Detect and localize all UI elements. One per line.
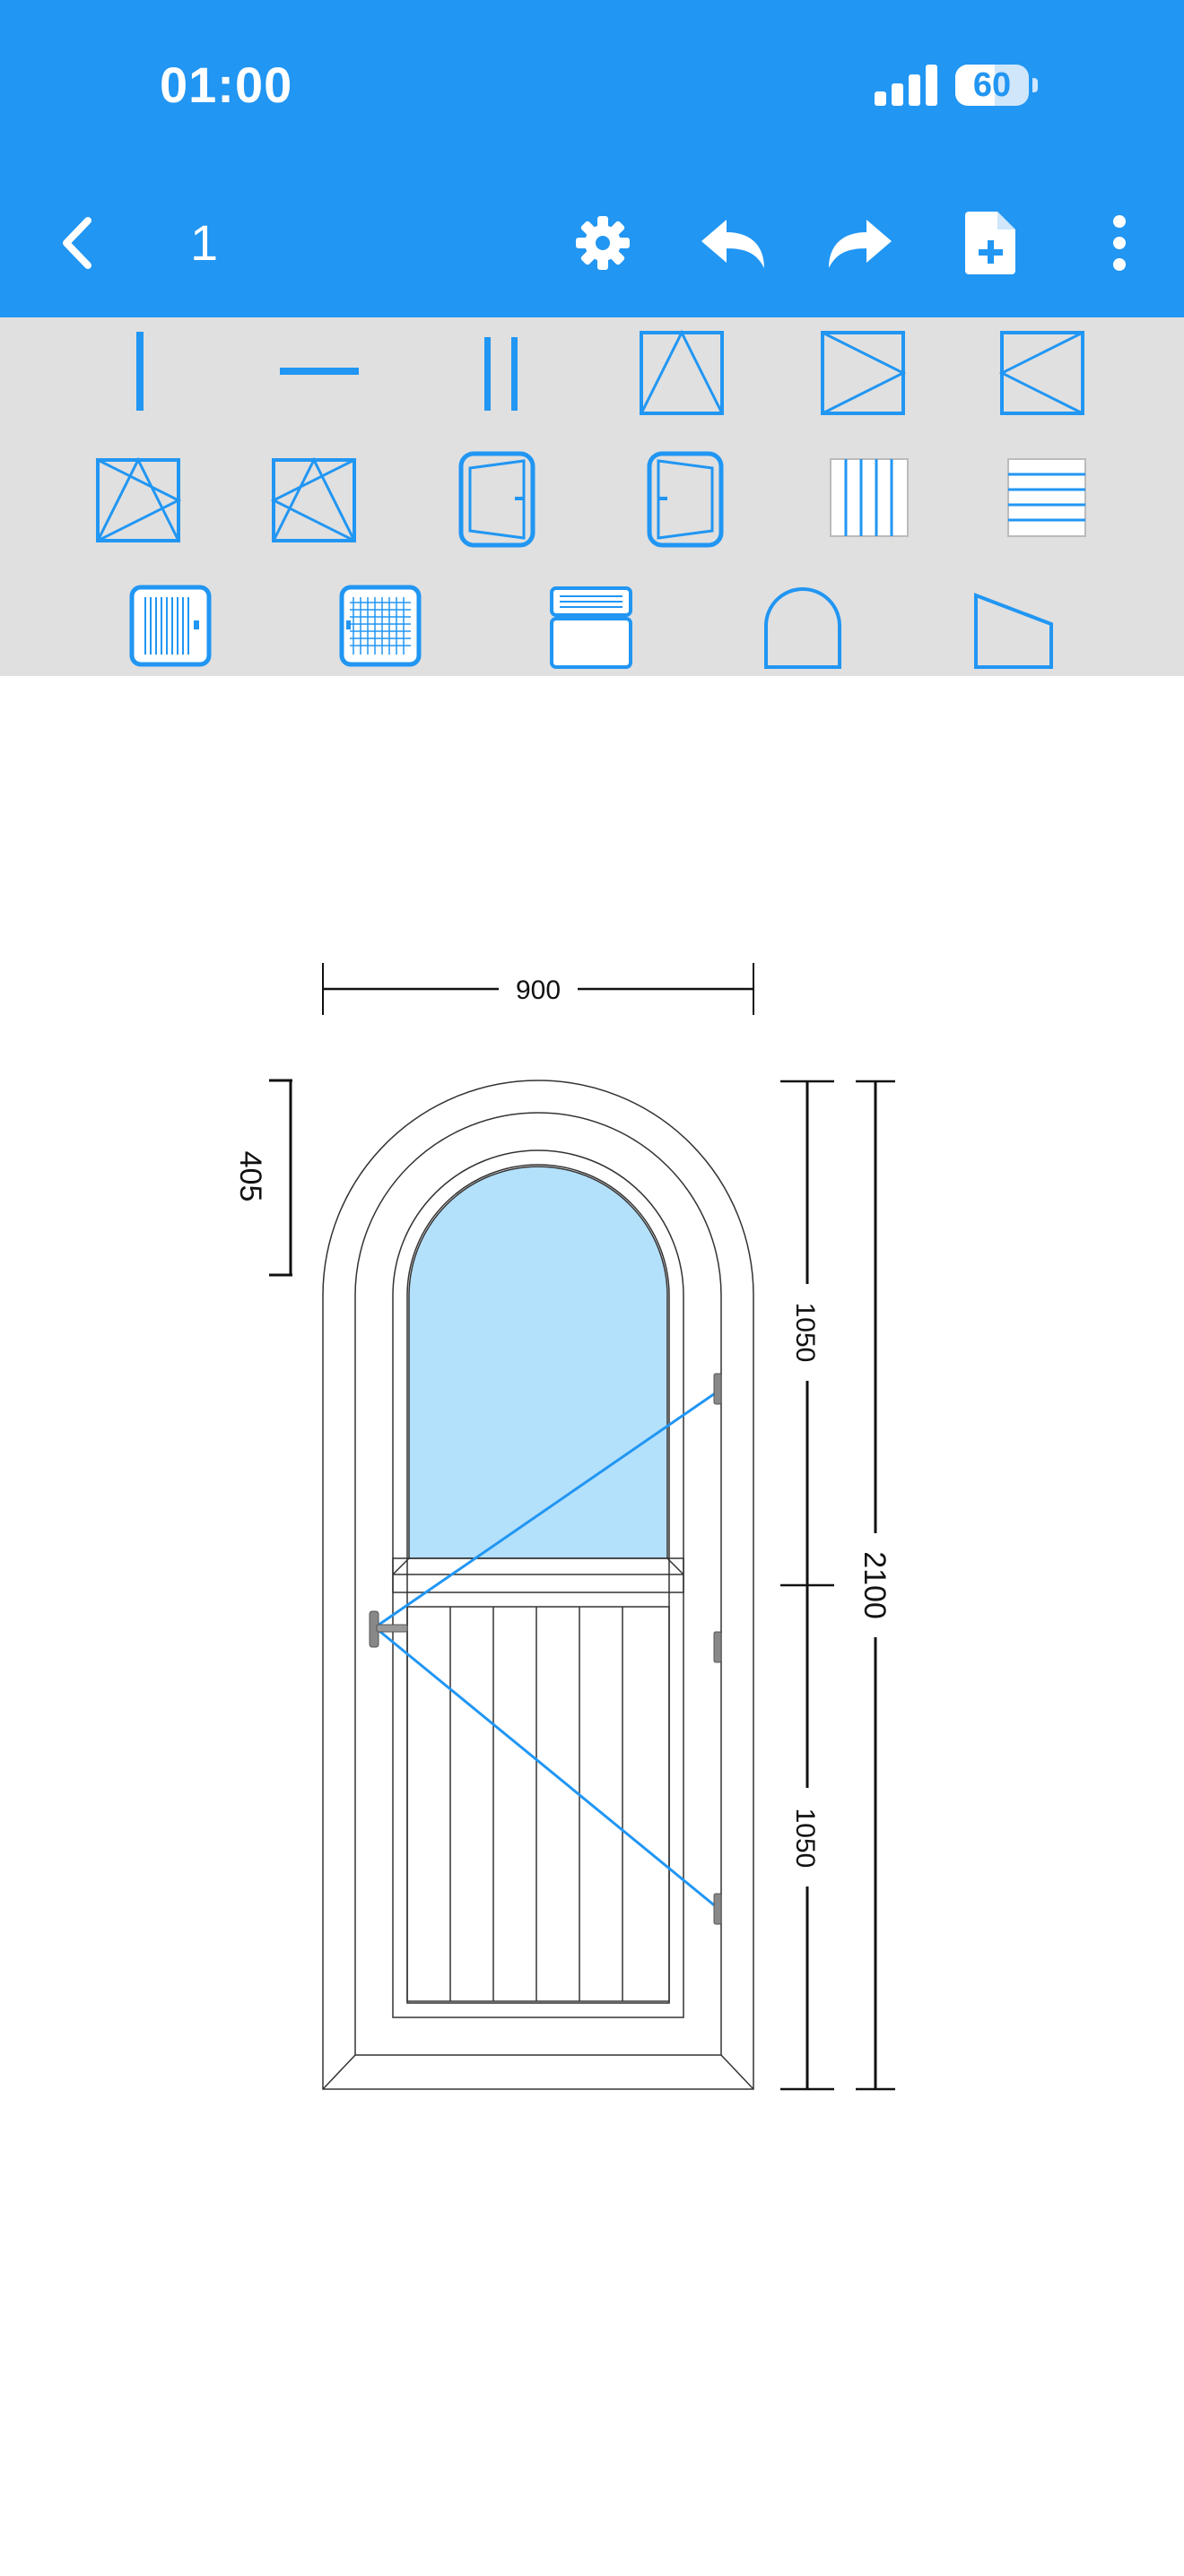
hinges (713, 1373, 722, 1925)
back-button[interactable] (47, 203, 109, 283)
total-height-label: 2100 (858, 1551, 892, 1619)
mosquito-net-icon (339, 585, 422, 667)
redo-button[interactable] (820, 203, 901, 283)
tilt-turn-left-icon (271, 457, 356, 542)
undo-icon (701, 220, 764, 268)
tool-sash-opening-left[interactable] (999, 330, 1085, 416)
tool-double-mullion[interactable] (475, 326, 529, 416)
door-left-icon (458, 451, 535, 548)
tool-tilt-sash[interactable] (639, 330, 725, 416)
add-file-button[interactable] (954, 203, 1026, 283)
lower-height-label: 1050 (790, 1808, 820, 1869)
back-chevron-icon (63, 217, 91, 269)
vertical-panel-icon (830, 458, 909, 537)
drawing-canvas[interactable]: 900 405 1050 1050 2100 (0, 676, 1184, 2572)
battery-level: 60 (972, 66, 1012, 104)
roller-blind-icon (129, 585, 212, 667)
battery-icon: 60 (955, 65, 1029, 106)
sash-left-icon (999, 331, 1084, 415)
tool-horizontal-panel[interactable] (1006, 457, 1087, 538)
width-dimension-label: 900 (516, 976, 561, 1005)
transom-bar[interactable] (392, 1557, 684, 1593)
arch-height-dimension[interactable]: 405 (233, 1079, 292, 1277)
roller-shutter-box-icon (550, 586, 632, 669)
settings-button[interactable] (567, 203, 639, 283)
tool-palette (0, 317, 1184, 676)
more-vertical-icon (1113, 215, 1126, 271)
tool-sash-opening-right[interactable] (820, 330, 906, 416)
signal-icon (875, 65, 937, 106)
horizontal-panel-icon (1007, 458, 1086, 537)
glass-pane[interactable] (408, 1166, 668, 1559)
tool-door-opening-left[interactable] (457, 450, 536, 549)
tool-trapezoid-shape[interactable] (972, 585, 1055, 671)
width-dimension[interactable]: 900 (322, 963, 754, 1015)
tool-tilt-turn-left[interactable] (271, 457, 357, 543)
vertical-mullion-icon (136, 332, 144, 411)
horizontal-transom-icon (280, 368, 359, 375)
undo-button[interactable] (692, 203, 773, 283)
status-time: 01:00 (160, 56, 293, 113)
tool-tilt-turn-right[interactable] (95, 457, 181, 543)
tool-arch-shape[interactable] (762, 585, 843, 671)
arch-shape-icon (764, 587, 841, 669)
tool-vertical-panel[interactable] (829, 457, 910, 538)
tool-mosquito-net[interactable] (339, 585, 422, 667)
add-file-icon (965, 212, 1015, 274)
board-panel[interactable] (406, 1606, 670, 2002)
tilt-turn-right-icon (96, 457, 181, 542)
more-button[interactable] (1101, 203, 1137, 283)
upper-height-label: 1050 (790, 1303, 820, 1363)
gear-icon (576, 216, 630, 270)
tool-roller-shutter-box[interactable] (549, 585, 633, 671)
tilt-sash-icon (640, 330, 724, 415)
status-icons: 60 (875, 65, 1054, 109)
page-number[interactable]: 1 (190, 213, 218, 272)
double-mullion-icon (484, 337, 518, 411)
tool-vertical-mullion[interactable] (120, 326, 160, 416)
tool-roller-blind[interactable] (129, 585, 212, 667)
redo-icon (829, 220, 892, 268)
tool-horizontal-transom[interactable] (274, 326, 364, 416)
arch-height-label: 405 (233, 1151, 267, 1202)
door-right-icon (647, 451, 724, 548)
tool-door-opening-right[interactable] (646, 450, 725, 549)
app-header: 01:00 60 1 (0, 0, 1184, 317)
sash-right-icon (821, 331, 906, 415)
door-drawing[interactable]: 900 405 1050 1050 2100 (0, 676, 1184, 2572)
trapezoid-shape-icon (974, 593, 1053, 669)
